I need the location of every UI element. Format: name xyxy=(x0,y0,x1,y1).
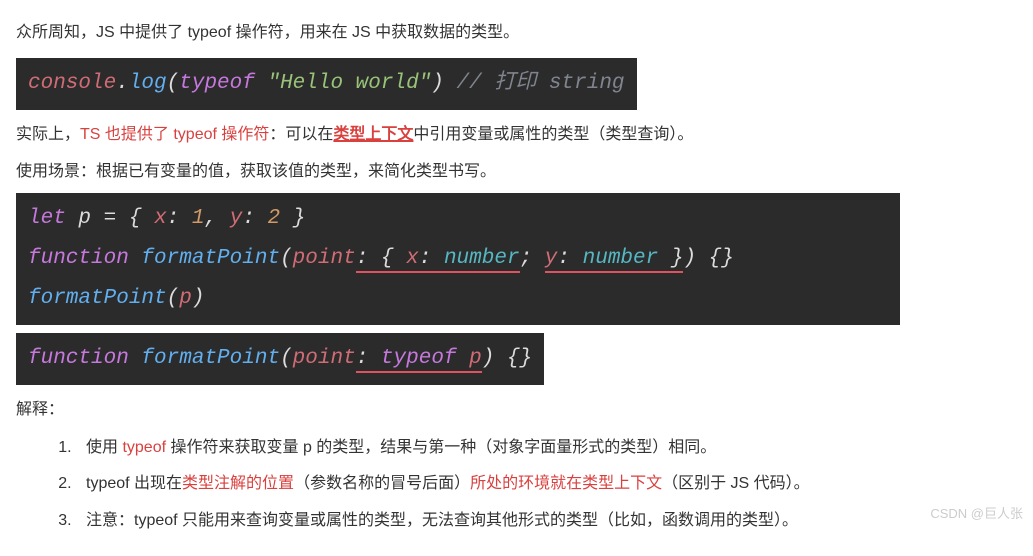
text-span: typeof 出现在 xyxy=(86,475,182,492)
code-token: : xyxy=(356,247,369,270)
code-token: y xyxy=(230,207,243,230)
text-span: 中引用变量或属性的类型（类型查询）。 xyxy=(413,126,693,143)
code-token: x xyxy=(406,247,419,270)
code-token: log xyxy=(129,72,167,95)
code-token: "Hello world" xyxy=(267,72,431,95)
code-comment: // 打印 string xyxy=(444,72,625,95)
emphasis-text: TS 也提供了 typeof 操作符 xyxy=(80,126,269,143)
code-token: } xyxy=(658,247,683,270)
code-token: : xyxy=(419,247,444,270)
code-token: number xyxy=(444,247,520,270)
text-span: 使用 xyxy=(86,439,122,456)
code-token: formatPoint xyxy=(28,287,167,310)
code-token xyxy=(457,347,470,370)
code-token: : xyxy=(242,207,267,230)
code-token: ) {} xyxy=(482,347,532,370)
explain-title: 解释： xyxy=(16,395,1017,425)
emphasis-text: 类型上下文 xyxy=(333,126,413,143)
explain-item-3: 注意：typeof 只能用来查询变量或属性的类型，无法查询其他形式的类型（比如，… xyxy=(76,506,1017,536)
code-token: ( xyxy=(280,247,293,270)
text-span: 实际上， xyxy=(16,126,80,143)
code-token: function xyxy=(28,347,129,370)
code-token: { xyxy=(381,247,406,270)
code-block-1: console.log(typeof "Hello world") // 打印 … xyxy=(16,58,637,110)
text-span: ：可以在 xyxy=(269,126,333,143)
code-block-2: let p = { x: 1, y: 2 } function formatPo… xyxy=(16,193,900,325)
intro-line-1: 众所周知，JS 中提供了 typeof 操作符，用来在 JS 中获取数据的类型。 xyxy=(16,18,1017,48)
intro-line-2: 实际上，TS 也提供了 typeof 操作符：可以在类型上下文中引用变量或属性的… xyxy=(16,120,1017,150)
code-token: ( xyxy=(167,72,180,95)
code-token: point xyxy=(293,347,356,370)
code-token: number xyxy=(583,247,659,270)
code-token: 1 xyxy=(192,207,205,230)
explain-item-1: 使用 typeof 操作符来获取变量 p 的类型，结果与第一种（对象字面量形式的… xyxy=(76,433,1017,463)
code-token: ) xyxy=(192,287,205,310)
code-token: ; xyxy=(520,247,545,270)
code-token: p xyxy=(66,207,104,230)
code-token: 2 xyxy=(268,207,281,230)
text-span: （区别于 JS 代码）。 xyxy=(662,475,810,492)
code-token: p xyxy=(179,287,192,310)
text-span: （参数名称的冒号后面） xyxy=(294,475,470,492)
code-token: ) {} xyxy=(683,247,733,270)
code-token: ( xyxy=(280,347,293,370)
code-token: console xyxy=(28,72,116,95)
code-token: typeof xyxy=(179,72,267,95)
code-token: = xyxy=(104,207,129,230)
code-token: y xyxy=(545,247,558,270)
code-token: let xyxy=(28,207,66,230)
emphasis-text: 类型注解的位置 xyxy=(182,475,294,492)
code-token: x xyxy=(154,207,167,230)
code-block-3: function formatPoint(point: typeof p) {} xyxy=(16,333,544,385)
emphasis-text: typeof xyxy=(122,439,166,456)
code-token: : xyxy=(167,207,192,230)
code-token: typeof xyxy=(381,347,457,370)
code-token: . xyxy=(116,72,129,95)
code-token xyxy=(368,347,381,370)
code-token: ) xyxy=(431,72,444,95)
code-token: { xyxy=(129,207,154,230)
watermark: CSDN @巨人张 xyxy=(930,502,1023,527)
explain-item-2: typeof 出现在类型注解的位置（参数名称的冒号后面）所处的环境就在类型上下文… xyxy=(76,469,1017,499)
code-token: : xyxy=(557,247,582,270)
code-token: point xyxy=(293,247,356,270)
code-token: : xyxy=(356,347,369,370)
code-token: p xyxy=(469,347,482,370)
text-span: 操作符来获取变量 p 的类型，结果与第一种（对象字面量形式的类型）相同。 xyxy=(166,439,716,456)
code-token: } xyxy=(280,207,305,230)
code-token: ( xyxy=(167,287,180,310)
explain-list: 使用 typeof 操作符来获取变量 p 的类型，结果与第一种（对象字面量形式的… xyxy=(16,433,1017,536)
code-token xyxy=(368,247,381,270)
emphasis-text: 所处的环境就在类型上下文 xyxy=(470,475,662,492)
code-token: formatPoint xyxy=(129,347,280,370)
intro-line-3: 使用场景：根据已有变量的值，获取该值的类型，来简化类型书写。 xyxy=(16,157,1017,187)
code-token: , xyxy=(205,207,230,230)
code-token: function xyxy=(28,247,129,270)
code-token: formatPoint xyxy=(129,247,280,270)
